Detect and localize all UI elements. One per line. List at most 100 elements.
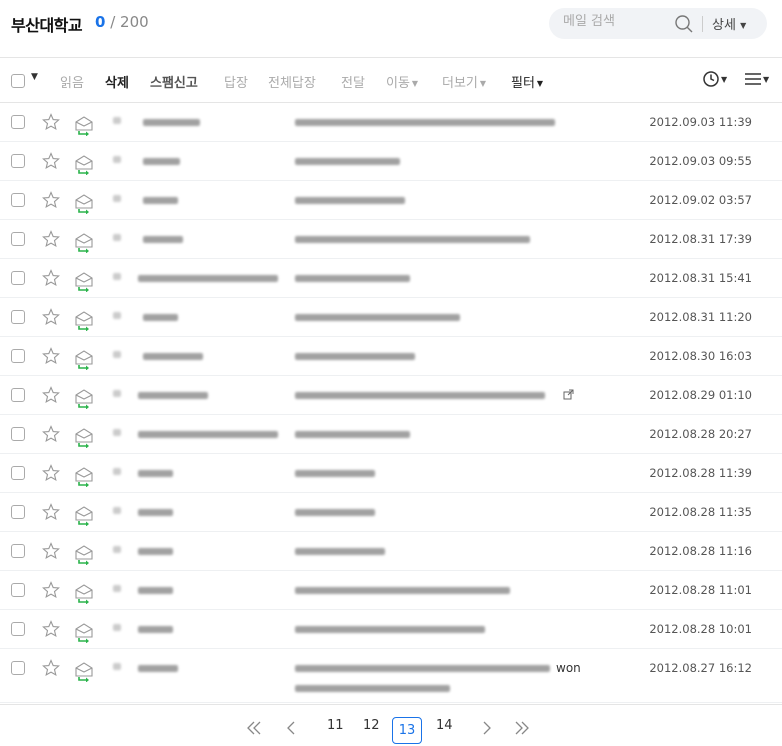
mail-checkbox[interactable] [11,544,25,558]
star-icon[interactable] [42,464,60,482]
mail-row[interactable]: 2012.08.28 20:27 [0,415,782,454]
mail-row[interactable]: 2012.09.03 11:39 [0,103,782,142]
mail-checkbox[interactable] [11,466,25,480]
mail-sender[interactable] [113,220,283,259]
mail-subject[interactable] [295,220,560,259]
mail-row[interactable]: 2012.08.28 11:35 [0,493,782,532]
star-icon[interactable] [42,425,60,443]
mail-checkbox[interactable] [11,427,25,441]
mail-checkbox[interactable] [11,505,25,519]
first-page-icon[interactable] [246,721,262,735]
mail-sender[interactable] [113,493,283,532]
star-icon[interactable] [42,230,60,248]
star-icon[interactable] [42,542,60,560]
mail-sender[interactable] [113,142,283,181]
clock-icon[interactable] [702,70,720,88]
toolbar-reply-all-button[interactable]: 전체답장 [268,72,316,91]
star-icon[interactable] [42,347,60,365]
mail-sender[interactable] [113,571,283,610]
toolbar-filter-button[interactable]: 필터 ▼ [511,72,543,91]
mail-subject[interactable] [295,181,560,220]
star-icon[interactable] [42,659,60,677]
star-icon[interactable] [42,308,60,326]
mail-sender[interactable] [113,337,283,376]
page-link[interactable]: 14 [436,718,453,733]
mail-sender[interactable] [113,649,283,688]
star-icon[interactable] [42,386,60,404]
mail-subject[interactable] [295,454,560,493]
mail-subject[interactable] [295,103,560,142]
mail-row[interactable]: 2012.08.28 11:16 [0,532,782,571]
star-icon[interactable] [42,503,60,521]
select-options-caret-icon[interactable]: ▼ [31,72,38,82]
mail-subject[interactable] [295,532,560,571]
mail-sender[interactable] [113,610,283,649]
mailbox-title[interactable]: 부산대학교 [11,12,83,36]
mail-subject[interactable] [295,415,560,454]
mail-row[interactable]: 2012.08.28 11:01 [0,571,782,610]
mail-sender[interactable] [113,103,283,142]
toolbar-spam-button[interactable]: 스팸신고 [150,72,198,91]
toolbar-delete-button[interactable]: 삭제 [105,72,129,91]
mail-subject[interactable] [295,376,560,415]
mail-sender[interactable] [113,454,283,493]
mail-subject[interactable] [295,571,560,610]
mail-checkbox[interactable] [11,232,25,246]
mail-row[interactable]: 2012.09.03 09:55 [0,142,782,181]
star-icon[interactable] [42,269,60,287]
mail-row[interactable]: 2012.08.27 16:12 won [0,649,782,703]
mail-subject[interactable] [295,610,560,649]
mail-checkbox[interactable] [11,349,25,363]
toolbar-reply-button[interactable]: 답장 [224,72,248,91]
star-icon[interactable] [42,581,60,599]
mail-row[interactable]: 2012.09.02 03:57 [0,181,782,220]
mail-row[interactable]: 2012.08.30 16:03 [0,337,782,376]
mail-sender[interactable] [113,415,283,454]
mail-sender[interactable] [113,532,283,571]
external-link-icon[interactable] [563,389,574,400]
prev-page-icon[interactable] [284,721,300,735]
toolbar-more-button[interactable]: 더보기 ▼ [442,72,486,91]
mail-subject[interactable] [295,142,560,181]
mail-sender[interactable] [113,298,283,337]
search-input[interactable] [563,14,673,29]
chevron-down-icon[interactable]: ▼ [763,75,769,84]
mail-checkbox[interactable] [11,583,25,597]
list-view-icon[interactable] [745,72,761,86]
toolbar-read-button[interactable]: 읽음 [60,72,84,91]
star-icon[interactable] [42,113,60,131]
chevron-down-icon[interactable]: ▼ [721,75,727,84]
mail-checkbox[interactable] [11,661,25,675]
mail-row[interactable]: 2012.08.31 15:41 [0,259,782,298]
mail-checkbox[interactable] [11,310,25,324]
detail-search-button[interactable]: 상세 ▼ [712,14,746,33]
mail-subject[interactable] [295,259,560,298]
mail-checkbox[interactable] [11,154,25,168]
star-icon[interactable] [42,152,60,170]
toolbar-move-button[interactable]: 이동 ▼ [386,72,418,91]
search-icon[interactable] [674,14,694,34]
next-page-icon[interactable] [478,721,494,735]
mail-checkbox[interactable] [11,388,25,402]
mail-sender[interactable] [113,259,283,298]
mail-subject[interactable] [295,337,560,376]
select-all-checkbox[interactable] [11,74,25,88]
mail-row[interactable]: 2012.08.28 11:39 [0,454,782,493]
mail-checkbox[interactable] [11,115,25,129]
mail-row[interactable]: 2012.08.29 01:10 [0,376,782,415]
mail-subject[interactable] [295,298,560,337]
mail-checkbox[interactable] [11,622,25,636]
mail-row[interactable]: 2012.08.31 11:20 [0,298,782,337]
toolbar-forward-button[interactable]: 전달 [341,72,365,91]
mail-row[interactable]: 2012.08.28 10:01 [0,610,782,649]
mail-sender[interactable] [113,376,283,415]
page-link[interactable]: 12 [363,718,380,733]
page-link[interactable]: 11 [327,718,344,733]
mail-checkbox[interactable] [11,271,25,285]
mail-sender[interactable] [113,181,283,220]
current-page[interactable]: 13 [392,717,422,744]
star-icon[interactable] [42,191,60,209]
last-page-icon[interactable] [514,721,530,735]
mail-checkbox[interactable] [11,193,25,207]
star-icon[interactable] [42,620,60,638]
